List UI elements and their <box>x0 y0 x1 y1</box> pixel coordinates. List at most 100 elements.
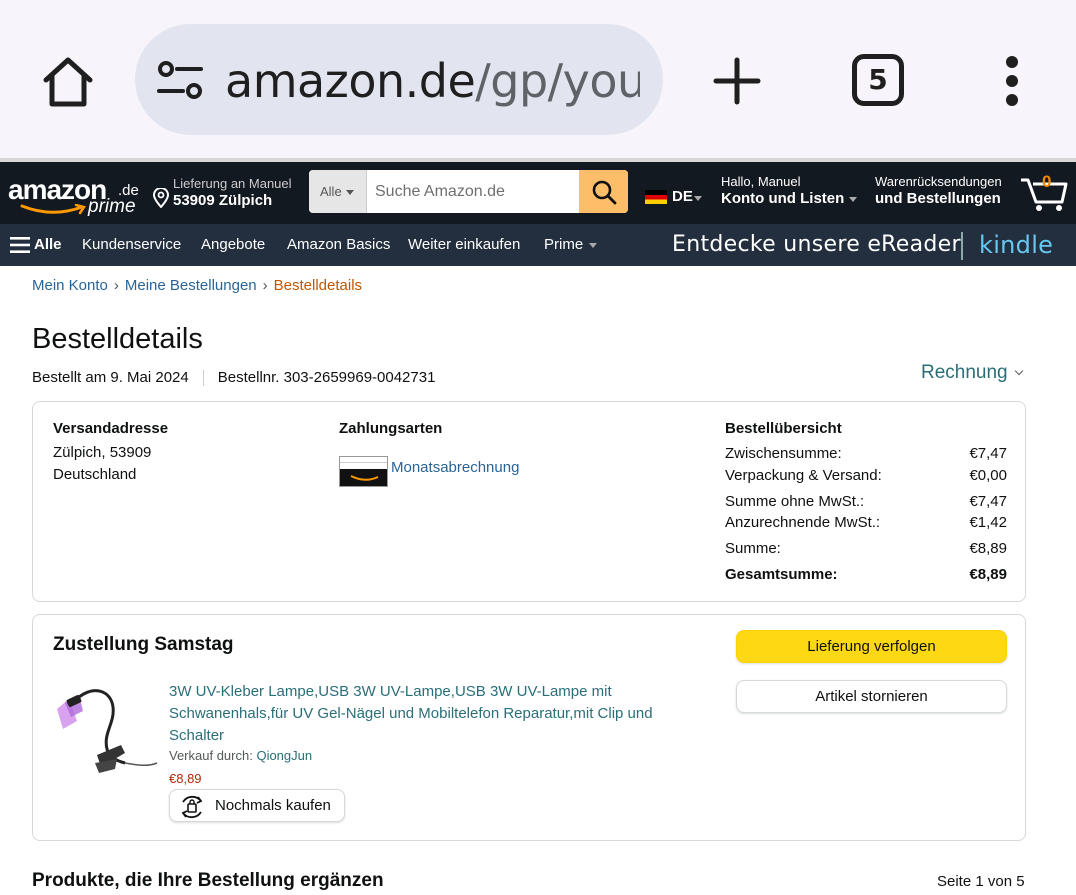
summary-value: €1,42 <box>969 514 1007 531</box>
summary-label: Summe ohne MwSt.: <box>725 493 865 510</box>
cart-count: 0 <box>1042 172 1052 191</box>
more-menu-icon[interactable] <box>1000 55 1024 107</box>
nav-link-prime-label: Prime <box>544 236 584 253</box>
breadcrumb-separator: › <box>113 277 119 294</box>
seller-link[interactable]: QiongJun <box>256 748 312 763</box>
account-lists-label: Konto und Listen <box>721 190 858 207</box>
smile-arrow-icon <box>20 204 87 215</box>
buy-again-label: Nochmals kaufen <box>215 797 331 814</box>
nav-all-menu[interactable]: Alle <box>34 224 62 266</box>
summary-row: Summe: €8,89 <box>725 540 1007 557</box>
order-meta: Bestellt am 9. Mai 2024 Bestellnr. 303-26… <box>32 369 436 387</box>
shipping-line-2: Deutschland <box>53 466 137 483</box>
secondary-nav: Alle Kundenservice Angebote Amazon Basic… <box>0 224 1076 266</box>
invoice-dropdown[interactable]: Rechnung <box>921 362 1023 384</box>
meta-divider <box>202 370 204 387</box>
returns-orders-link[interactable]: Warenrücksendungen und Bestellungen <box>875 174 1002 207</box>
summary-row: Zwischensumme: €7,47 <box>725 445 1007 462</box>
location-pin-icon <box>152 188 170 208</box>
site-settings-icon[interactable] <box>157 60 203 100</box>
tab-switcher-button[interactable]: 5 <box>852 54 904 106</box>
cancel-item-button[interactable]: Artikel stornieren <box>736 680 1007 713</box>
new-tab-icon[interactable] <box>712 56 762 106</box>
summary-label: Gesamtsumme: <box>725 566 838 583</box>
germany-flag-icon <box>645 190 667 204</box>
kindle-promo-banner[interactable]: Entdecke unsere eReader kindle <box>672 224 1053 266</box>
buy-again-icon <box>181 795 203 819</box>
summary-heading: Bestellübersicht <box>725 420 842 437</box>
search-icon <box>592 180 617 205</box>
nav-link-amazon-basics[interactable]: Amazon Basics <box>287 224 390 266</box>
product-price: €8,89 <box>169 771 202 786</box>
chevron-down-icon <box>1014 366 1023 376</box>
shipping-line-1: Zülpich, 53909 <box>53 444 152 461</box>
summary-row: Anzurechnende MwSt.: €1,42 <box>725 514 1007 531</box>
search-category-label: Alle <box>320 184 342 199</box>
url-host: amazon.de <box>225 54 476 108</box>
summary-label: Verpackung & Versand: <box>725 467 882 484</box>
recommendations-heading: Produkte, die Ihre Bestellung ergänzen <box>32 870 384 891</box>
shipping-address: Versandadresse Zülpich, 53909 Deutschlan… <box>53 420 168 486</box>
recommendations-page-indicator: Seite 1 von 5 <box>937 873 1025 890</box>
address-bar[interactable]: amazon.de/gp/your-account/order-details <box>135 24 663 135</box>
search-button[interactable] <box>579 170 628 213</box>
payment-method: Zahlungsarten Monatsabrechnung <box>339 420 519 487</box>
amazon-logo[interactable]: amazon .de prime <box>8 174 139 218</box>
summary-value: €0,00 <box>969 467 1007 484</box>
banner-divider <box>961 232 963 260</box>
breadcrumb-separator: › <box>262 277 268 294</box>
kindle-logo: kindle <box>979 231 1054 259</box>
page-title: Bestelldetails <box>32 323 203 355</box>
seller-prefix: Verkauf durch: <box>169 748 257 763</box>
hamburger-menu-icon[interactable] <box>10 236 30 254</box>
browser-toolbar: amazon.de/gp/your-account/order-details … <box>0 0 1076 158</box>
orders-label: und Bestellungen <box>875 190 1001 207</box>
track-package-button[interactable]: Lieferung verfolgen <box>736 630 1007 663</box>
order-summary: Bestellübersicht Zwischensumme: €7,47 Ver… <box>725 420 1007 583</box>
payment-heading: Zahlungsarten <box>339 420 443 437</box>
breadcrumb-account[interactable]: Mein Konto <box>32 277 108 294</box>
account-menu[interactable]: Hallo, Manuel Konto und Listen <box>721 174 858 207</box>
order-date: Bestellt am 9. Mai 2024 <box>32 369 189 386</box>
nav-link-customer-service[interactable]: Kundenservice <box>82 224 181 266</box>
nav-link-prime[interactable]: Prime <box>544 224 598 266</box>
delivery-heading: Zustellung Samstag <box>53 634 234 655</box>
shipping-heading: Versandadresse <box>53 420 169 437</box>
product-title-link[interactable]: 3W UV-Kleber Lampe,USB 3W UV-Lampe,USB 3… <box>169 681 689 747</box>
summary-value: €8,89 <box>969 566 1007 583</box>
product-image[interactable] <box>55 683 159 775</box>
summary-label: Anzurechnende MwSt.: <box>725 514 881 531</box>
deliver-to-label: Lieferung an Manuel <box>173 176 292 191</box>
shipment-card: Zustellung Samstag 3W UV-Kleber Lampe,US… <box>32 614 1026 841</box>
breadcrumb-orders[interactable]: Meine Bestellungen <box>125 277 257 294</box>
buy-again-button[interactable]: Nochmals kaufen <box>169 789 345 822</box>
account-greeting: Hallo, Manuel <box>721 174 801 189</box>
chevron-down-icon <box>589 242 598 248</box>
summary-label: Zwischensumme: <box>725 445 842 462</box>
cart-button[interactable]: 0 <box>1018 168 1070 214</box>
payment-method-link[interactable]: Monatsabrechnung <box>391 459 519 476</box>
search-bar: Alle <box>309 170 628 213</box>
language-code: DE <box>672 188 693 205</box>
search-input[interactable] <box>367 170 579 213</box>
deliver-to-location: 53909 Zülpich <box>173 192 273 209</box>
chevron-down-icon <box>849 196 858 202</box>
chevron-down-icon <box>694 196 702 201</box>
home-icon[interactable] <box>38 52 98 112</box>
amazon-header: amazon .de prime Lieferung an Manuel 539… <box>0 162 1076 224</box>
nav-link-keep-shopping[interactable]: Weiter einkaufen <box>408 224 520 266</box>
summary-value: €7,47 <box>969 493 1007 510</box>
summary-value: €8,89 <box>969 540 1007 557</box>
nav-link-deals[interactable]: Angebote <box>201 224 265 266</box>
url-text[interactable]: amazon.de/gp/your-account/order-details <box>225 51 640 111</box>
url-path: /gp/your-account/order-details <box>475 54 640 108</box>
search-category-select[interactable]: Alle <box>309 170 367 213</box>
banner-text: Entdecke unsere eReader <box>672 232 961 257</box>
order-number: Bestellnr. 303-2659969-0042731 <box>217 369 436 386</box>
returns-label: Warenrücksendungen <box>875 174 1002 189</box>
summary-total-row: Gesamtsumme: €8,89 <box>725 566 1007 583</box>
breadcrumb: Mein Konto › Meine Bestellungen › Bestelldet… <box>32 277 362 294</box>
summary-label: Summe: <box>725 540 781 557</box>
summary-row: Summe ohne MwSt.: €7,47 <box>725 493 1007 510</box>
amazon-card-icon <box>339 456 388 487</box>
